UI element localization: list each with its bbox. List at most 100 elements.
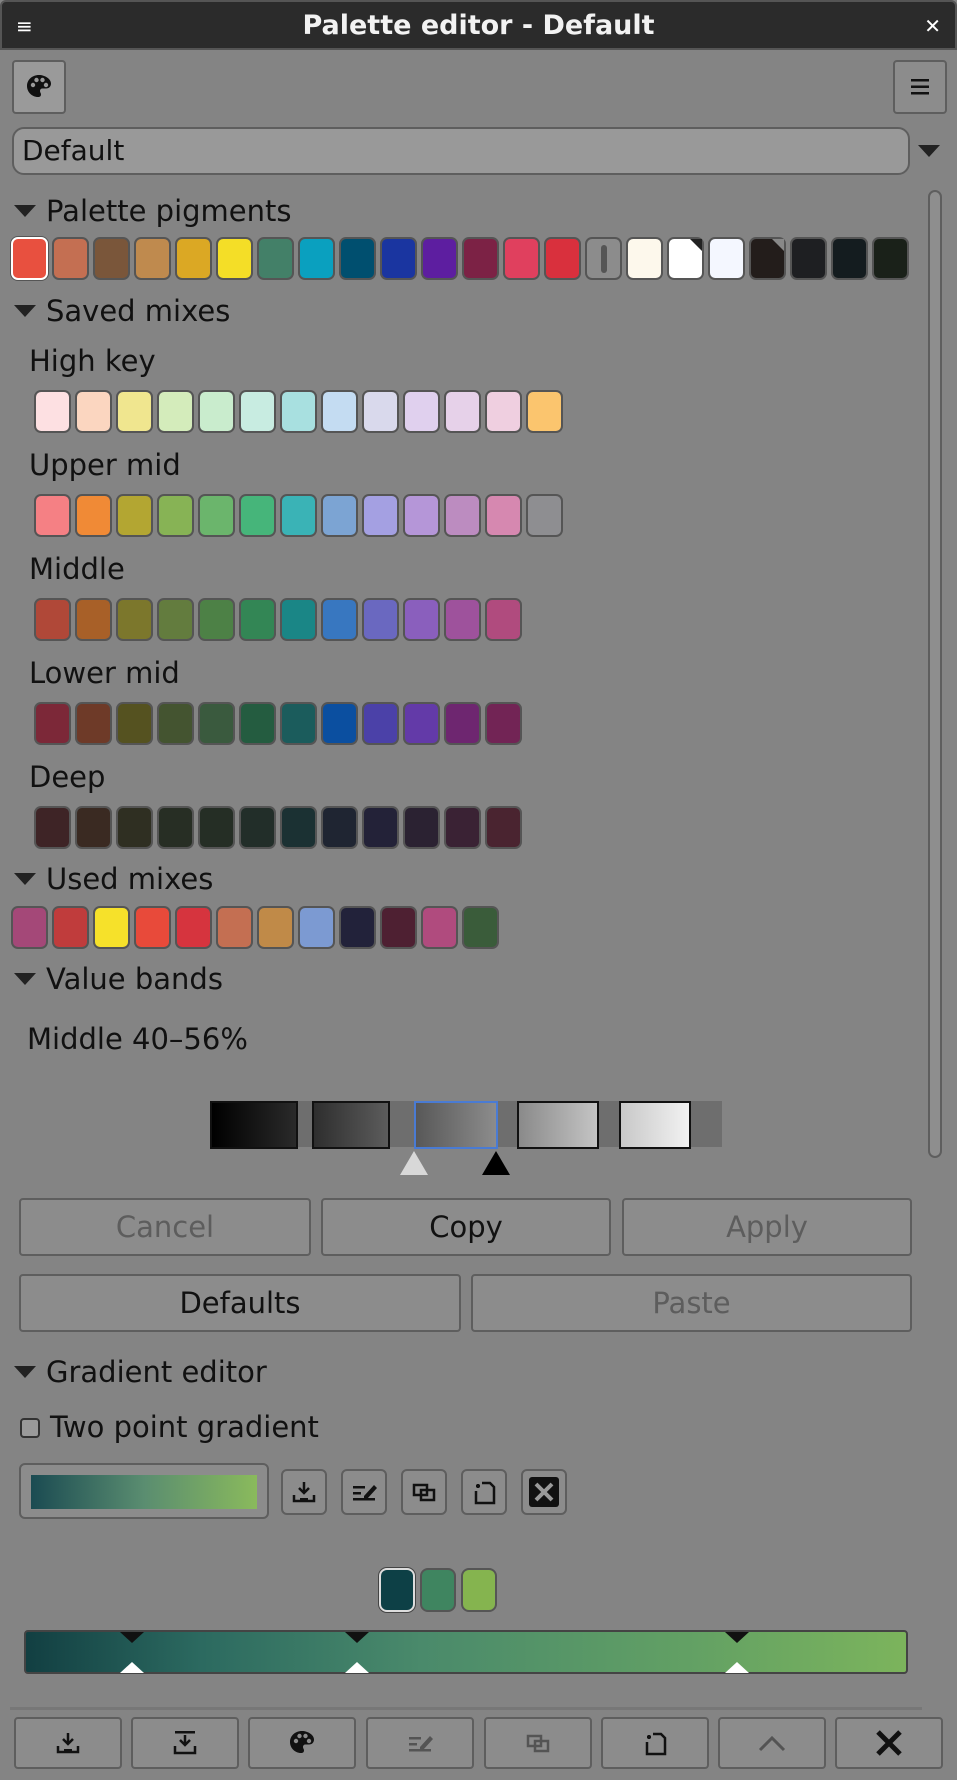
pigment-swatch[interactable] xyxy=(93,237,130,280)
pigment-swatch[interactable] xyxy=(790,237,827,280)
saved-mix-swatch[interactable] xyxy=(157,806,194,849)
options-menu-button[interactable] xyxy=(893,60,947,114)
saved-mix-swatch[interactable] xyxy=(75,494,112,537)
saved-mix-swatch[interactable] xyxy=(362,494,399,537)
cancel-button[interactable]: Cancel xyxy=(19,1198,311,1256)
pigment-swatch[interactable] xyxy=(175,237,212,280)
saved-mix-swatch[interactable] xyxy=(157,702,194,745)
new-palette-button[interactable] xyxy=(601,1717,709,1769)
saved-mix-swatch[interactable] xyxy=(239,390,276,433)
section-palette-pigments[interactable]: Palette pigments xyxy=(14,194,291,228)
gradient-stop-marker-icon[interactable] xyxy=(725,1632,749,1643)
saved-mix-swatch[interactable] xyxy=(362,598,399,641)
used-mix-swatch[interactable] xyxy=(257,906,294,949)
palette-select[interactable]: Default xyxy=(12,127,910,175)
saved-mix-swatch[interactable] xyxy=(34,598,71,641)
saved-mix-swatch[interactable] xyxy=(321,598,358,641)
saved-mix-swatch[interactable] xyxy=(403,390,440,433)
pigment-swatch[interactable] xyxy=(421,237,458,280)
gradient-stop-marker-icon[interactable] xyxy=(120,1632,144,1643)
saved-mix-swatch[interactable] xyxy=(321,390,358,433)
close-icon[interactable]: ✕ xyxy=(924,14,941,38)
pigment-swatch[interactable] xyxy=(216,237,253,280)
saved-mix-swatch[interactable] xyxy=(321,494,358,537)
gradient-stop-swatch[interactable] xyxy=(461,1568,497,1612)
pigment-swatch[interactable] xyxy=(134,237,171,280)
pigment-swatch[interactable] xyxy=(257,237,294,280)
saved-mix-swatch[interactable] xyxy=(444,494,481,537)
pigment-swatch[interactable] xyxy=(339,237,376,280)
used-mix-swatch[interactable] xyxy=(134,906,171,949)
saved-mix-swatch[interactable] xyxy=(280,806,317,849)
saved-mix-swatch[interactable] xyxy=(280,598,317,641)
saved-mix-swatch[interactable] xyxy=(34,494,71,537)
saved-mix-swatch[interactable] xyxy=(403,598,440,641)
value-band-high-key[interactable] xyxy=(619,1101,691,1149)
delete-palette-button[interactable] xyxy=(835,1717,943,1769)
section-saved-mixes[interactable]: Saved mixes xyxy=(14,294,230,328)
gradient-duplicate-button[interactable] xyxy=(401,1469,447,1515)
used-mix-swatch[interactable] xyxy=(93,906,130,949)
duplicate-palette-button[interactable] xyxy=(484,1717,592,1769)
saved-mix-swatch[interactable] xyxy=(444,598,481,641)
saved-mix-swatch[interactable] xyxy=(239,494,276,537)
used-mix-swatch[interactable] xyxy=(52,906,89,949)
saved-mix-swatch[interactable] xyxy=(75,598,112,641)
saved-mix-swatch[interactable] xyxy=(485,702,522,745)
saved-mix-swatch[interactable] xyxy=(321,806,358,849)
saved-mix-swatch[interactable] xyxy=(321,702,358,745)
merge-palette-button[interactable] xyxy=(131,1717,239,1769)
saved-mix-swatch[interactable] xyxy=(239,806,276,849)
saved-mix-swatch[interactable] xyxy=(403,806,440,849)
saved-mix-swatch[interactable] xyxy=(116,598,153,641)
pigment-swatch[interactable] xyxy=(667,237,704,280)
saved-mix-swatch[interactable] xyxy=(444,702,481,745)
edit-palette-button[interactable] xyxy=(366,1717,474,1769)
pigment-swatch[interactable] xyxy=(626,237,663,280)
saved-mix-swatch[interactable] xyxy=(75,702,112,745)
pigment-swatch[interactable] xyxy=(11,237,48,280)
saved-mix-swatch[interactable] xyxy=(157,390,194,433)
saved-mix-swatch[interactable] xyxy=(485,598,522,641)
pigment-swatch[interactable] xyxy=(749,237,786,280)
saved-mix-swatch[interactable] xyxy=(116,390,153,433)
used-mix-swatch[interactable] xyxy=(175,906,212,949)
pigment-swatch[interactable] xyxy=(503,237,540,280)
move-up-button[interactable] xyxy=(718,1717,826,1769)
value-band-deep[interactable] xyxy=(210,1101,298,1149)
saved-mix-swatch[interactable] xyxy=(198,806,235,849)
saved-mix-swatch[interactable] xyxy=(34,806,71,849)
defaults-button[interactable]: Defaults xyxy=(19,1274,461,1332)
saved-mix-swatch[interactable] xyxy=(198,702,235,745)
pigment-swatch[interactable] xyxy=(298,237,335,280)
saved-mix-swatch[interactable] xyxy=(116,806,153,849)
saved-mix-swatch[interactable] xyxy=(362,702,399,745)
pigment-swatch[interactable] xyxy=(585,237,622,280)
pigment-swatch[interactable] xyxy=(544,237,581,280)
used-mix-swatch[interactable] xyxy=(216,906,253,949)
gradient-stop-swatch[interactable] xyxy=(379,1568,415,1612)
apply-button[interactable]: Apply xyxy=(622,1198,912,1256)
saved-mix-swatch[interactable] xyxy=(280,702,317,745)
copy-button[interactable]: Copy xyxy=(321,1198,611,1256)
saved-mix-swatch[interactable] xyxy=(157,598,194,641)
saved-mix-swatch[interactable] xyxy=(239,598,276,641)
value-band-lower-mid[interactable] xyxy=(312,1101,390,1149)
palette-button[interactable] xyxy=(12,60,66,114)
value-band-middle[interactable] xyxy=(414,1101,498,1149)
two-point-gradient-checkbox[interactable] xyxy=(20,1418,40,1438)
saved-mix-swatch[interactable] xyxy=(444,806,481,849)
used-mix-swatch[interactable] xyxy=(421,906,458,949)
gradient-edit-button[interactable] xyxy=(341,1469,387,1515)
pigment-swatch[interactable] xyxy=(708,237,745,280)
palette-properties-button[interactable] xyxy=(248,1717,356,1769)
gradient-stop-handle-icon[interactable] xyxy=(725,1662,749,1673)
used-mix-swatch[interactable] xyxy=(380,906,417,949)
gradient-stop-handle-icon[interactable] xyxy=(345,1662,369,1673)
pigment-swatch[interactable] xyxy=(52,237,89,280)
saved-mix-swatch[interactable] xyxy=(403,494,440,537)
saved-mix-swatch[interactable] xyxy=(280,494,317,537)
section-used-mixes[interactable]: Used mixes xyxy=(14,862,213,896)
saved-mix-swatch[interactable] xyxy=(34,702,71,745)
value-band-upper-mid[interactable] xyxy=(517,1101,599,1149)
